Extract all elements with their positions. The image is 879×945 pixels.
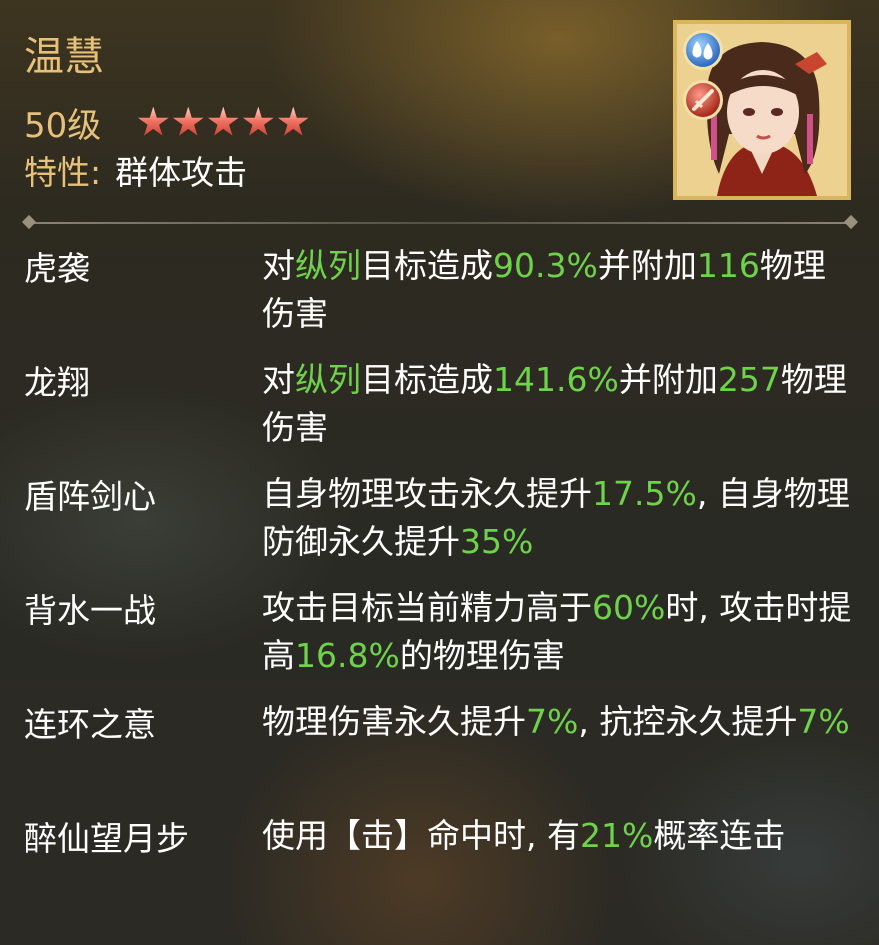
desc-text: 概率连击 [653,816,786,855]
desc-text: 自身物理攻击永久提升 [262,474,592,513]
sword-class-icon [683,80,723,120]
skill-name: 龙翔 [24,363,90,402]
highlight-value: 60% [592,588,666,627]
highlight-value: 141.6% [493,360,619,399]
highlight-value: 纵列 [295,360,361,399]
hero-portrait-icon[interactable] [673,20,851,200]
desc-text: 的物理伤害 [399,636,565,675]
star-icon [137,106,169,136]
highlight-value: 7% [797,702,850,741]
highlight-value: 16.8% [295,636,400,675]
highlight-value: 7% [526,702,579,741]
star-icon [172,106,204,136]
skill-name: 醉仙望月步 [24,819,189,858]
skill-desc: 物理伤害永久提升7%, 抗控永久提升7% [262,698,852,746]
desc-text: 使用【击】命中时, 有 [262,816,580,855]
desc-text: 并附加 [597,246,697,285]
skill-desc: 对纵列目标造成90.3%并附加116物理伤害 [262,242,852,338]
desc-text: , 抗控永久提升 [578,702,798,741]
star-icon [207,106,239,136]
desc-text: 对 [262,360,295,399]
trait-value: 群体攻击 [115,153,248,192]
desc-text: 并附加 [618,360,718,399]
highlight-value: 纵列 [295,246,361,285]
desc-text: 对 [262,246,295,285]
star-icon [242,106,274,136]
divider [21,214,859,230]
hero-name: 温慧 [24,34,104,80]
desc-text: 目标造成 [361,360,493,399]
highlight-value: 257 [717,360,781,399]
skill-desc: 对纵列目标造成141.6%并附加257物理伤害 [262,356,852,452]
star-rating [137,106,309,139]
highlight-value: 35% [460,522,534,561]
trait-row: 特性: 群体攻击 [24,146,247,194]
skill-desc: 攻击目标当前精力高于60%时, 攻击时提高16.8%的物理伤害 [262,584,852,680]
hero-level: 50级 [24,106,102,146]
highlight-value: 90.3% [493,246,598,285]
level-row: 50级 [24,98,309,147]
desc-text: 物理伤害永久提升 [262,702,526,741]
water-element-icon [683,30,723,70]
highlight-value: 21% [579,816,654,855]
skill-name: 连环之意 [24,705,156,744]
skill-desc: 使用【击】命中时, 有21%概率连击 [262,812,852,860]
highlight-value: 17.5% [592,474,697,513]
star-icon [277,106,309,136]
skill-name: 虎袭 [24,249,90,288]
desc-text: 攻击目标当前精力高于 [262,588,592,627]
skill-name: 背水一战 [24,591,156,630]
highlight-value: 116 [696,246,760,285]
skill-desc: 自身物理攻击永久提升17.5%, 自身物理防御永久提升35% [262,470,852,566]
desc-text: 目标造成 [361,246,493,285]
trait-label: 特性: [24,153,102,192]
skill-name: 盾阵剑心 [24,477,156,516]
